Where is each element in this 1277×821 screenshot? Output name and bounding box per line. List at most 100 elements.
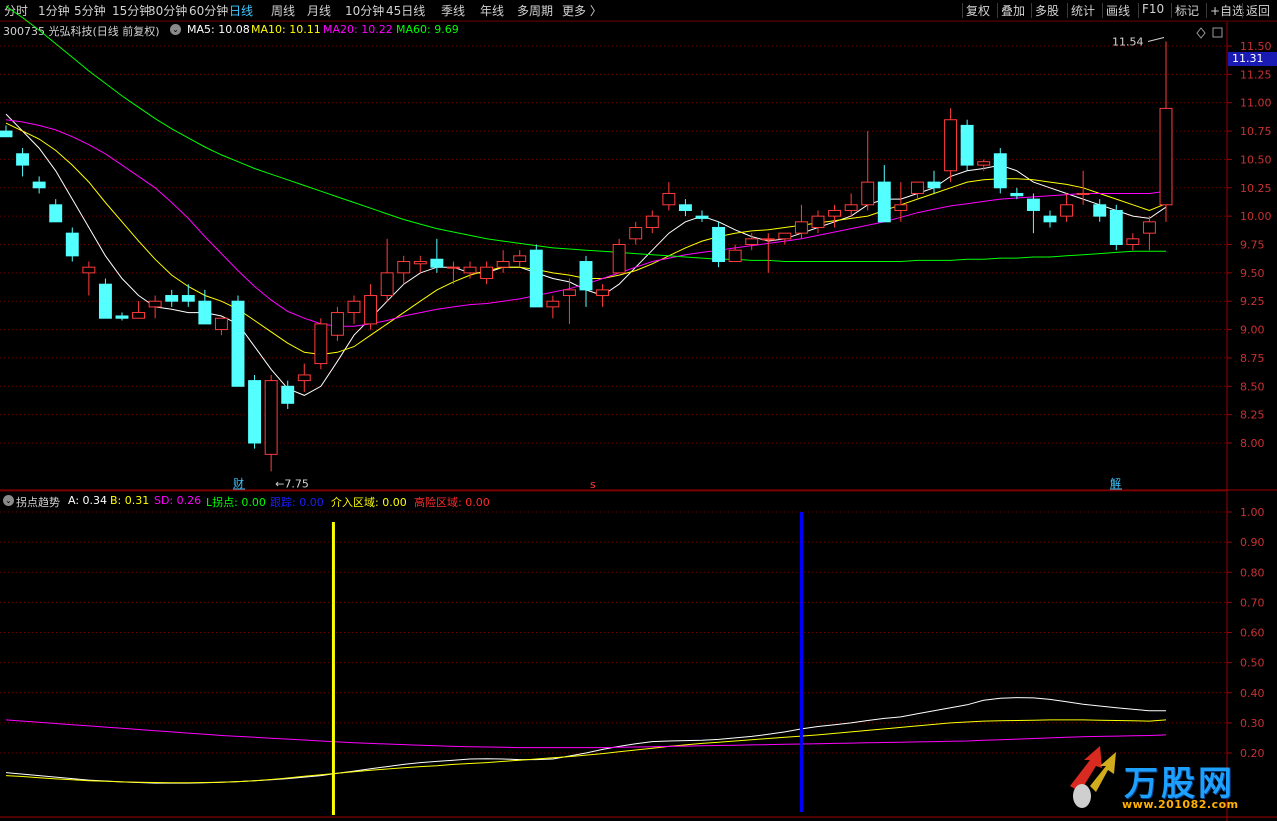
- candle-body: [165, 295, 179, 302]
- candle-body: [16, 153, 30, 166]
- candle-body: [778, 232, 792, 240]
- candle-body: [1109, 209, 1123, 246]
- candle-body: [231, 300, 245, 387]
- candle-body: [1142, 221, 1156, 234]
- candle-body: [347, 300, 361, 314]
- indicator-tick-label: 0.90: [1240, 536, 1265, 549]
- candle-body: [1010, 192, 1024, 197]
- price-tick-label: 10.00: [1240, 210, 1272, 223]
- candle-body: [745, 238, 759, 245]
- candle-body: [894, 204, 908, 211]
- price-tick-label: 9.50: [1240, 267, 1265, 280]
- event-marker-cai: 财: [233, 476, 244, 490]
- candle-body: [49, 204, 63, 223]
- candle-body: [562, 289, 576, 297]
- watermark-url: www.201082.com: [1122, 798, 1239, 811]
- candle-body: [297, 374, 311, 382]
- candle-body: [662, 192, 676, 206]
- candle-body: [65, 232, 79, 257]
- candle-body: [330, 312, 344, 336]
- candle-body: [695, 215, 709, 219]
- candle-body: [281, 385, 295, 404]
- price-tick-label: 8.75: [1240, 352, 1265, 365]
- candle-body: [314, 323, 328, 365]
- price-tick-label: 10.50: [1240, 153, 1272, 166]
- candle-body: [264, 380, 278, 455]
- ma-line-ma60: [5, 5, 1166, 262]
- candle-body: [629, 226, 643, 240]
- candle-body: [529, 249, 543, 308]
- kline-chart[interactable]: 11.5011.2511.0010.7510.5010.2510.009.759…: [0, 0, 1277, 821]
- candle-body: [198, 300, 212, 325]
- candle-body: [446, 266, 460, 269]
- price-tick-label: 9.00: [1240, 324, 1265, 337]
- candle-body: [546, 300, 560, 308]
- candle-body: [1093, 204, 1107, 217]
- price-tick-label: 8.00: [1240, 437, 1265, 450]
- candle-body: [430, 258, 444, 268]
- event-marker-s: s: [590, 478, 596, 491]
- watermark-logo: 万股网 www.201082.com: [1062, 738, 1267, 816]
- high-price-arrow: [1147, 36, 1165, 42]
- candle-body: [1126, 238, 1140, 245]
- candle-body: [98, 283, 112, 319]
- candle-body: [32, 181, 46, 189]
- indicator-tick-label: 0.40: [1240, 687, 1265, 700]
- price-tick-label: 10.75: [1240, 125, 1272, 138]
- diamond-icon: [1196, 27, 1206, 39]
- current-price-label: 11.31: [1228, 52, 1277, 66]
- candle-body: [513, 255, 527, 263]
- candle-body: [977, 161, 991, 166]
- ma-line-ma10: [5, 122, 1167, 356]
- candle-body: [844, 204, 858, 211]
- price-tick-label: 8.25: [1240, 409, 1265, 422]
- candle-body: [380, 272, 394, 297]
- indicator-tick-label: 0.60: [1240, 627, 1265, 640]
- candle-body: [1026, 198, 1040, 211]
- price-tick-label: 9.75: [1240, 239, 1265, 252]
- candle-body: [148, 300, 162, 308]
- candle-body: [82, 266, 96, 274]
- candle-body: [761, 238, 775, 241]
- candle-body: [413, 261, 427, 265]
- price-tick-label: 9.25: [1240, 295, 1265, 308]
- candle-body: [579, 261, 593, 291]
- candle-body: [1043, 215, 1057, 223]
- candle-body: [728, 249, 742, 263]
- indicator-tick-label: 0.70: [1240, 596, 1265, 609]
- candle-body: [944, 119, 958, 172]
- candle-body: [960, 124, 974, 166]
- indicator-tick-label: 0.50: [1240, 657, 1265, 670]
- candle-body: [1076, 192, 1090, 195]
- price-tick-label: 8.50: [1240, 380, 1265, 393]
- candle-body: [480, 266, 494, 280]
- candle-body: [1060, 204, 1074, 217]
- price-tick-label: 10.25: [1240, 182, 1272, 195]
- candle-body: [397, 261, 411, 274]
- candle-body: [463, 266, 477, 274]
- candle-body: [248, 380, 262, 444]
- candle-body: [1159, 107, 1173, 206]
- indicator-tick-label: 1.00: [1240, 506, 1265, 519]
- indicator-tick-label: 0.30: [1240, 717, 1265, 730]
- square-icon: [1212, 27, 1223, 38]
- candle-body: [364, 295, 378, 325]
- price-tick-label: 11.25: [1240, 68, 1272, 81]
- candle-body: [927, 181, 941, 189]
- indicator-tick-label: 0.80: [1240, 566, 1265, 579]
- candle-body: [181, 295, 195, 302]
- price-tick-label: 11.00: [1240, 97, 1272, 110]
- candle-body: [132, 312, 146, 319]
- ma-line-ma5: [5, 113, 1167, 396]
- indicator-line-sd: [5, 719, 1167, 749]
- event-marker-jie: 解: [1110, 476, 1121, 490]
- candle-body: [828, 209, 842, 217]
- candle-body: [214, 317, 228, 331]
- low-price-label: ←7.75: [275, 477, 309, 490]
- candle-body: [794, 221, 808, 234]
- candle-body: [645, 215, 659, 228]
- candle-body: [877, 181, 891, 223]
- signal-bar-20: [331, 522, 335, 815]
- candle-body: [678, 204, 692, 211]
- candle-body: [712, 226, 726, 263]
